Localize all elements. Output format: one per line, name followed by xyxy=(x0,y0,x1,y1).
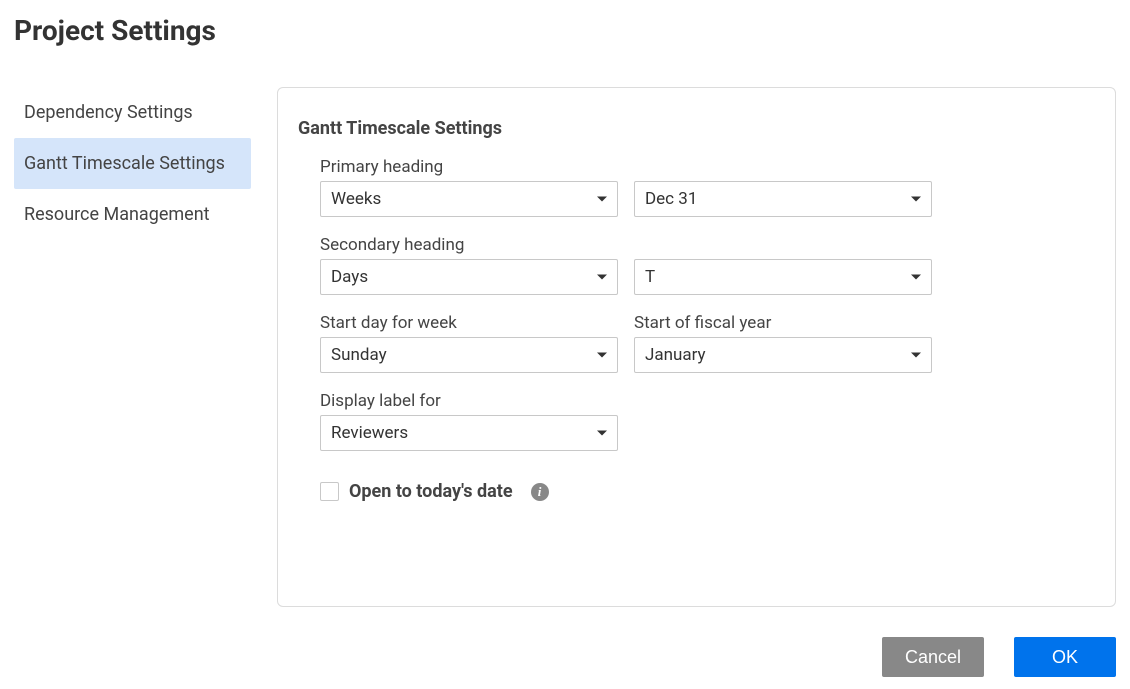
fiscal-year-select[interactable]: January xyxy=(634,337,932,373)
sidebar-item-gantt-timescale-settings[interactable]: Gantt Timescale Settings xyxy=(14,138,251,189)
select-value: Reviewers xyxy=(331,423,408,443)
select-value: Dec 31 xyxy=(645,189,697,209)
select-value: January xyxy=(645,345,706,365)
sidebar-item-resource-management[interactable]: Resource Management xyxy=(14,189,251,240)
select-value: T xyxy=(645,267,655,287)
sidebar-item-label: Gantt Timescale Settings xyxy=(24,153,225,174)
section-title: Gantt Timescale Settings xyxy=(298,118,1095,139)
open-today-checkbox[interactable] xyxy=(320,482,339,501)
page-title: Project Settings xyxy=(14,14,1116,47)
chevron-down-icon xyxy=(597,353,607,358)
primary-format-select[interactable]: Dec 31 xyxy=(634,181,932,217)
settings-sidebar: Dependency Settings Gantt Timescale Sett… xyxy=(14,87,251,240)
open-today-label: Open to today's date xyxy=(349,481,513,502)
chevron-down-icon xyxy=(911,353,921,358)
secondary-heading-select[interactable]: Days xyxy=(320,259,618,295)
spacer-label xyxy=(634,157,932,177)
chevron-down-icon xyxy=(597,197,607,202)
display-label-for-label: Display label for xyxy=(320,391,618,411)
primary-heading-label: Primary heading xyxy=(320,157,618,177)
spacer-label xyxy=(634,235,932,255)
start-day-select[interactable]: Sunday xyxy=(320,337,618,373)
cancel-button[interactable]: Cancel xyxy=(882,637,984,677)
sidebar-item-label: Dependency Settings xyxy=(24,102,193,123)
chevron-down-icon xyxy=(597,275,607,280)
fiscal-year-label: Start of fiscal year xyxy=(634,313,932,333)
dialog-footer: Cancel OK xyxy=(277,637,1116,677)
ok-button[interactable]: OK xyxy=(1014,637,1116,677)
settings-panel: Gantt Timescale Settings Primary heading… xyxy=(277,87,1116,607)
secondary-heading-label: Secondary heading xyxy=(320,235,618,255)
sidebar-item-label: Resource Management xyxy=(24,204,210,225)
sidebar-item-dependency-settings[interactable]: Dependency Settings xyxy=(14,87,251,138)
chevron-down-icon xyxy=(911,275,921,280)
select-value: Sunday xyxy=(331,345,387,365)
select-value: Weeks xyxy=(331,189,381,209)
primary-heading-select[interactable]: Weeks xyxy=(320,181,618,217)
start-day-label: Start day for week xyxy=(320,313,618,333)
display-label-for-select[interactable]: Reviewers xyxy=(320,415,618,451)
select-value: Days xyxy=(331,267,368,287)
chevron-down-icon xyxy=(597,431,607,436)
secondary-format-select[interactable]: T xyxy=(634,259,932,295)
chevron-down-icon xyxy=(911,197,921,202)
info-icon[interactable]: i xyxy=(531,483,549,501)
